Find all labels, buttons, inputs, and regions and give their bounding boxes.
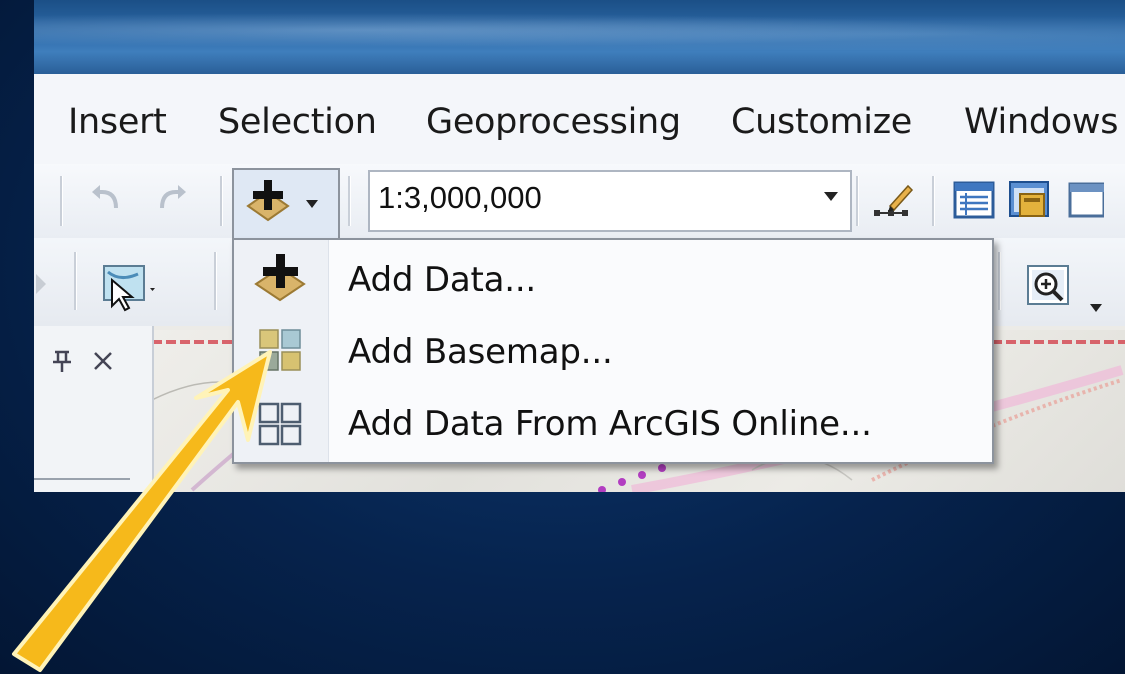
undo-icon[interactable] bbox=[86, 180, 126, 220]
menu-geoprocessing[interactable]: Geoprocessing bbox=[426, 102, 681, 142]
add-data-button[interactable] bbox=[232, 168, 340, 238]
pin-icon[interactable] bbox=[48, 346, 76, 374]
toolbar-separator bbox=[220, 176, 223, 226]
menu-item-add-basemap[interactable]: Add Basemap... bbox=[234, 316, 992, 388]
chevron-down-icon[interactable] bbox=[1086, 286, 1116, 316]
editor-icon[interactable] bbox=[870, 180, 918, 228]
add-data-dropdown-menu: Add Data... Add Basemap... Add Data From… bbox=[232, 238, 994, 464]
menu-item-label: Add Basemap... bbox=[348, 332, 613, 372]
chevron-down-icon bbox=[306, 200, 318, 208]
menu-item-label: Add Data... bbox=[348, 260, 537, 300]
window-titlebar bbox=[34, 0, 1125, 74]
map-scale-combobox[interactable]: 1:3,000,000 bbox=[368, 170, 852, 232]
toolbar-separator bbox=[998, 252, 1001, 310]
toc-divider bbox=[34, 478, 130, 480]
toolbar-separator bbox=[856, 176, 859, 226]
menu-item-add-data-arcgis-online[interactable]: Add Data From ArcGIS Online... bbox=[234, 388, 992, 460]
arcgis-online-icon bbox=[258, 402, 302, 446]
menu-windows[interactable]: Windows bbox=[964, 102, 1118, 142]
toolbar-separator bbox=[932, 176, 935, 226]
add-data-icon bbox=[254, 254, 306, 302]
window-icon[interactable] bbox=[1064, 176, 1104, 224]
toolbar-separator bbox=[60, 176, 63, 226]
table-of-contents-panel bbox=[34, 326, 154, 492]
chevron-down-icon[interactable] bbox=[824, 192, 838, 201]
menu-customize[interactable]: Customize bbox=[731, 102, 912, 142]
zoom-in-icon[interactable] bbox=[1024, 262, 1080, 314]
toolbar-separator bbox=[348, 176, 351, 226]
toolbar-separator bbox=[214, 252, 217, 310]
add-data-icon bbox=[246, 180, 290, 222]
close-icon[interactable] bbox=[90, 348, 116, 374]
basemap-icon bbox=[259, 329, 301, 371]
table-icon[interactable] bbox=[952, 178, 996, 222]
menu-selection[interactable]: Selection bbox=[218, 102, 377, 142]
arcmap-window: Insert Selection Geoprocessing Customize… bbox=[34, 0, 1125, 492]
catalog-icon[interactable] bbox=[1006, 176, 1056, 224]
select-features-icon[interactable] bbox=[98, 262, 158, 312]
toolbar-handle-icon bbox=[36, 274, 46, 294]
toolbar-separator bbox=[74, 252, 77, 310]
menu-insert[interactable]: Insert bbox=[68, 102, 167, 142]
map-scale-value: 1:3,000,000 bbox=[378, 180, 542, 215]
menu-item-add-data[interactable]: Add Data... bbox=[234, 244, 992, 316]
menu-item-label: Add Data From ArcGIS Online... bbox=[348, 404, 872, 444]
redo-icon[interactable] bbox=[152, 180, 192, 220]
